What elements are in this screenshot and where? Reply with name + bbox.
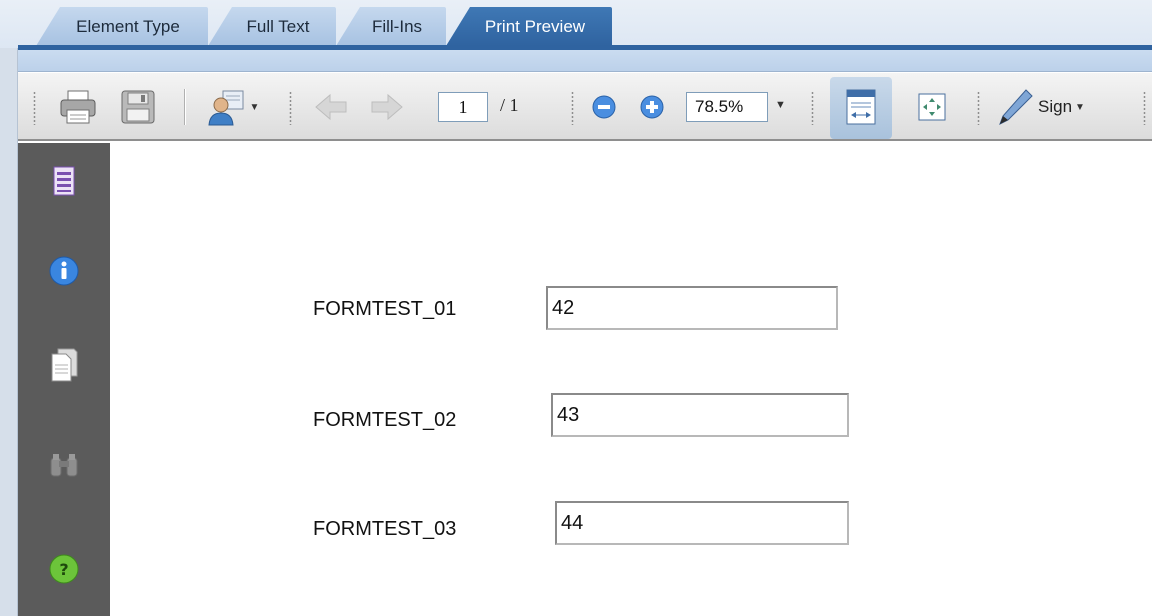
- next-page-button[interactable]: [362, 73, 412, 141]
- toolbar-grip[interactable]: [810, 91, 815, 125]
- page-total: / 1: [500, 95, 519, 115]
- print-icon: [60, 90, 96, 124]
- save-icon: [121, 90, 155, 124]
- document-page: FORMTEST_01 42 FORMTEST_02 43 FORMTEST_0…: [110, 143, 1152, 616]
- field-label-formtest-02: FORMTEST_02: [313, 409, 457, 431]
- previous-page-icon: [315, 93, 347, 121]
- print-button[interactable]: [50, 73, 106, 141]
- svg-text:?: ?: [59, 560, 68, 579]
- field-label-formtest-01: FORMTEST_01: [313, 298, 457, 320]
- attachments-icon: [51, 348, 78, 382]
- field-label-formtest-03: FORMTEST_03: [313, 518, 457, 540]
- chevron-down-icon: ▼: [1075, 101, 1085, 113]
- tab-label: Full Text: [246, 16, 310, 36]
- search-button[interactable]: [42, 443, 86, 487]
- fit-width-icon-wrap[interactable]: [830, 73, 892, 141]
- search-icon: [50, 454, 78, 477]
- left-frame: [0, 48, 18, 616]
- zoom-in-button[interactable]: [632, 73, 672, 141]
- zoom-level-field[interactable]: 78.5%: [686, 92, 768, 122]
- help-icon: ?: [49, 554, 79, 584]
- pages-icon: [53, 166, 75, 196]
- toolbar-grip[interactable]: [288, 91, 293, 125]
- account-icon: [208, 90, 244, 126]
- info-button[interactable]: [42, 249, 86, 293]
- fit-width-icon: [846, 89, 876, 125]
- tab-bar: Element Type Full Text Fill-Ins Print Pr…: [0, 0, 1152, 48]
- tab-element-type[interactable]: Element Type: [36, 7, 208, 46]
- tab-label: Fill-Ins: [371, 16, 423, 36]
- chevron-down-icon: ▼: [249, 101, 260, 113]
- field-input-formtest-01[interactable]: 42: [546, 286, 838, 330]
- info-icon: [49, 256, 79, 286]
- toolbar-grip[interactable]: [32, 91, 37, 125]
- sub-header-bar: [18, 50, 1152, 72]
- zoom-out-button[interactable]: [584, 73, 624, 141]
- attachments-button[interactable]: [42, 343, 86, 387]
- toolbar: ▼ 1 / 1 78.5% ▼ Sign ▼: [18, 73, 1152, 141]
- pages-button[interactable]: [42, 159, 86, 203]
- pen-icon: [999, 89, 1033, 126]
- tab-label: Element Type: [76, 16, 180, 36]
- toolbar-separator: [184, 89, 186, 125]
- save-button[interactable]: [110, 73, 166, 141]
- help-button[interactable]: ?: [42, 547, 86, 591]
- tab-print-preview[interactable]: Print Preview: [446, 7, 612, 46]
- toolbar-grip[interactable]: [976, 91, 981, 125]
- page-number-input[interactable]: 1: [438, 92, 488, 122]
- toolbar-grip[interactable]: [570, 91, 575, 125]
- tab-full-text[interactable]: Full Text: [208, 7, 336, 46]
- next-page-icon: [371, 93, 403, 121]
- tab-label: Print Preview: [484, 16, 586, 36]
- sign-button[interactable]: Sign ▼: [996, 73, 1126, 141]
- field-input-formtest-03[interactable]: 44: [555, 501, 849, 545]
- sign-label: Sign: [1038, 97, 1073, 116]
- previous-page-button[interactable]: [306, 73, 356, 141]
- field-input-formtest-02[interactable]: 43: [551, 393, 849, 437]
- account-menu-button[interactable]: ▼: [198, 73, 268, 141]
- tab-fill-ins[interactable]: Fill-Ins: [336, 7, 446, 46]
- zoom-out-icon: [592, 95, 616, 119]
- fit-page-button[interactable]: [908, 73, 956, 141]
- navigation-panel: ?: [18, 143, 110, 616]
- fit-page-icon: [918, 93, 946, 121]
- toolbar-grip[interactable]: [1142, 91, 1147, 125]
- zoom-dropdown-caret[interactable]: ▼: [775, 99, 786, 111]
- zoom-in-icon: [640, 95, 664, 119]
